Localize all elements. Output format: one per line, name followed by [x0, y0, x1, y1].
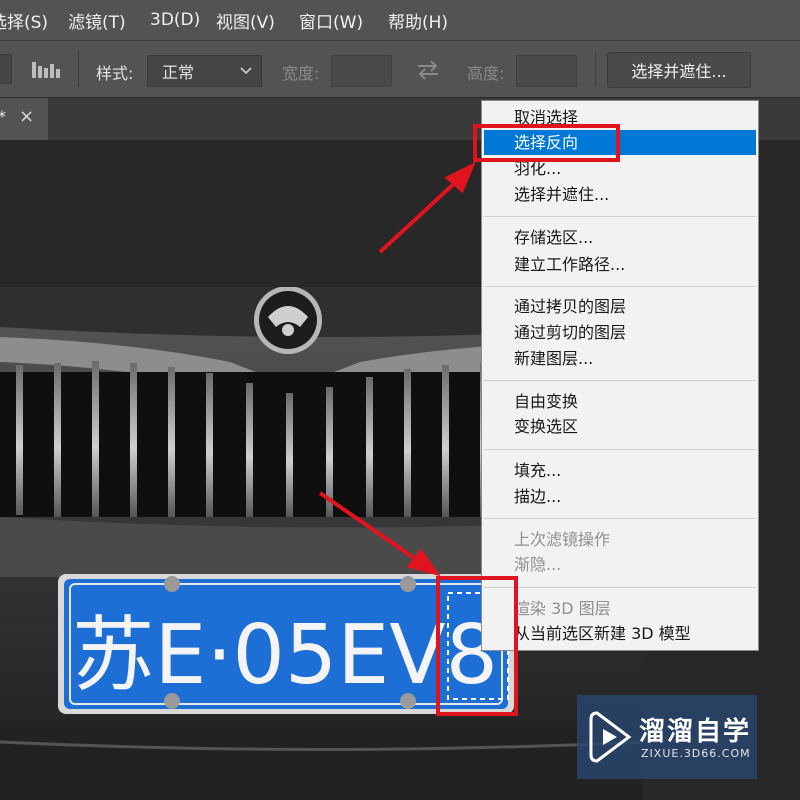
watermark: 溜溜自学 ZIXUE.3D66.COM: [577, 695, 757, 779]
arrow-to-menu: [378, 178, 460, 254]
arrow-to-plate: [318, 491, 422, 564]
watermark-url: ZIXUE.3D66.COM: [641, 747, 751, 760]
annotation-arrows: [318, 161, 476, 577]
watermark-brand: 溜溜自学: [639, 717, 752, 747]
play-logo-icon: [589, 711, 632, 763]
arrow-head-icon: [406, 548, 441, 577]
